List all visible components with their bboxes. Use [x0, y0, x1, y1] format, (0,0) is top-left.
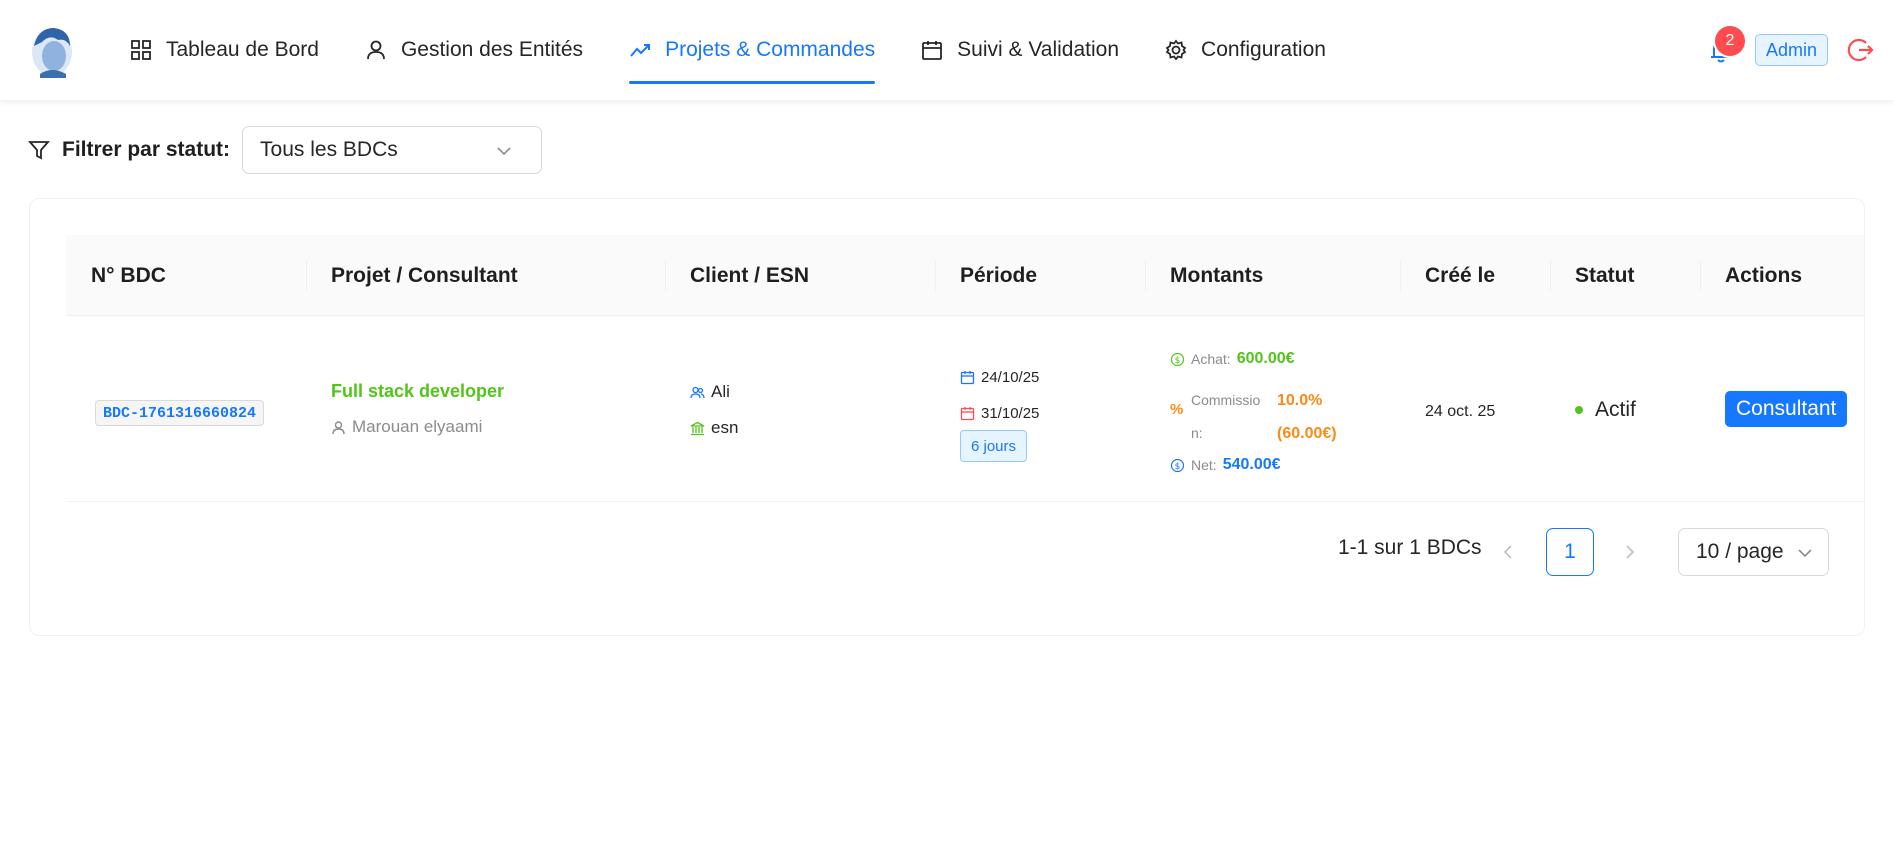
status-select[interactable]: Tous les BDCs [242, 126, 543, 174]
user-icon [332, 420, 345, 434]
team-icon [690, 386, 705, 398]
status-dot [1575, 406, 1583, 414]
logout-icon[interactable] [1846, 36, 1874, 64]
chevron-down-icon [497, 147, 511, 156]
user-role-tag: Admin [1755, 34, 1829, 66]
column-header: Client / ESN [690, 263, 810, 287]
net-label: Net: [1191, 457, 1217, 473]
consultant-action-button[interactable]: Consultant [1725, 391, 1848, 427]
commission-amount: (60.00€) [1277, 425, 1337, 442]
net-value: 540.00€ [1222, 456, 1281, 473]
bank-icon [690, 421, 705, 435]
start-date-label: 24/10/25 [981, 369, 1040, 386]
dashboard-icon [131, 40, 151, 60]
esn-label: esn [711, 418, 739, 437]
logo-avatar[interactable] [28, 24, 76, 78]
nav-item-label: Tableau de Bord [166, 38, 319, 61]
nav-item-entities[interactable]: Gestion des Entités [365, 0, 583, 100]
column-header: Créé le [1425, 263, 1496, 287]
end-date: 31/10/25 [960, 405, 1039, 422]
achat-label: Achat: [1191, 351, 1231, 367]
nav-item-projects[interactable]: Projets & Commandes [629, 0, 876, 100]
column-header: Période [960, 263, 1038, 287]
column-header: Montants [1170, 263, 1264, 287]
commission-percent: 10.0% [1277, 392, 1323, 409]
chevron-down-icon [1798, 549, 1812, 558]
column-header: N° BDC [91, 263, 166, 287]
nav-item-label: Gestion des Entités [400, 38, 584, 61]
chevron-left-icon[interactable] [1498, 542, 1518, 562]
net-amount: $ Net: 540.00€ [1170, 456, 1281, 474]
nav-item-label: Suivi & Validation [957, 38, 1120, 61]
dollar-circle-icon: $ [1170, 352, 1185, 366]
nav-item-configuration[interactable]: Configuration [1165, 0, 1326, 100]
pagination-page-1[interactable]: 1 [1546, 528, 1594, 576]
page-size-value: 10 / page [1696, 540, 1784, 563]
notification-badge: 2 [1715, 26, 1745, 56]
pagination-total: 1-1 sur 1 BDCs [1338, 536, 1482, 559]
end-date-label: 31/10/25 [981, 405, 1040, 422]
column-header: Actions [1725, 263, 1803, 287]
achat-amount: $ Achat: 600.00€ [1170, 350, 1295, 368]
percent-icon: % [1170, 401, 1184, 418]
table-header: N° BDC Projet / Consultant Client / ESN … [66, 235, 1864, 316]
filter-icon [28, 141, 50, 160]
column-header: Projet / Consultant [331, 263, 518, 287]
nav-item-label: Configuration [1201, 38, 1326, 61]
column-header: Statut [1575, 263, 1635, 287]
created-date: 24 oct. 25 [1425, 403, 1496, 420]
commission-label: Commission: [1191, 392, 1261, 441]
consultant-name: Marouan elyaami [331, 417, 482, 437]
calendar-icon [960, 407, 975, 421]
esn-name: esn [690, 418, 738, 438]
project-title: Full stack developer [331, 381, 505, 401]
svg-text:$: $ [1175, 462, 1181, 472]
client-name: Ali [690, 382, 730, 402]
page-size-select[interactable]: 10 / page [1678, 528, 1829, 576]
calendar-icon [922, 41, 943, 60]
duration-tag: 6 jours [960, 430, 1028, 462]
main-nav: Tableau de Bord Gestion des Entités Proj… [130, 0, 1372, 100]
client-label: Ali [711, 382, 730, 401]
bdc-table-card: N° BDC Projet / Consultant Client / ESN … [29, 198, 1865, 636]
start-date: 24/10/25 [960, 369, 1039, 386]
table-row: BDC-1761316660824 Full stack developer M… [66, 316, 1864, 502]
filter-label: Filtrer par statut: [62, 138, 231, 161]
achat-value: 600.00€ [1236, 350, 1295, 367]
consultant-label: Marouan elyaami [352, 417, 483, 436]
user-icon [367, 40, 385, 60]
top-header: Tableau de Bord Gestion des Entités Proj… [0, 0, 1894, 100]
nav-item-label: Projets & Commandes [665, 38, 876, 61]
nav-item-dashboard[interactable]: Tableau de Bord [130, 0, 319, 100]
calendar-icon [960, 371, 975, 385]
svg-text:$: $ [1175, 356, 1181, 366]
nav-item-tracking[interactable]: Suivi & Validation [921, 0, 1119, 100]
status-filter: Filtrer par statut: Tous les BDCs [28, 126, 543, 174]
bdc-number-tag[interactable]: BDC-1761316660824 [95, 400, 265, 426]
dollar-circle-icon: $ [1170, 458, 1185, 472]
trend-icon [630, 44, 651, 57]
chevron-right-icon[interactable] [1620, 542, 1640, 562]
status-badge: Actif [1575, 398, 1636, 422]
status-select-value: Tous les BDCs [260, 138, 398, 161]
gear-icon [1165, 39, 1187, 61]
status-label: Actif [1595, 398, 1636, 421]
